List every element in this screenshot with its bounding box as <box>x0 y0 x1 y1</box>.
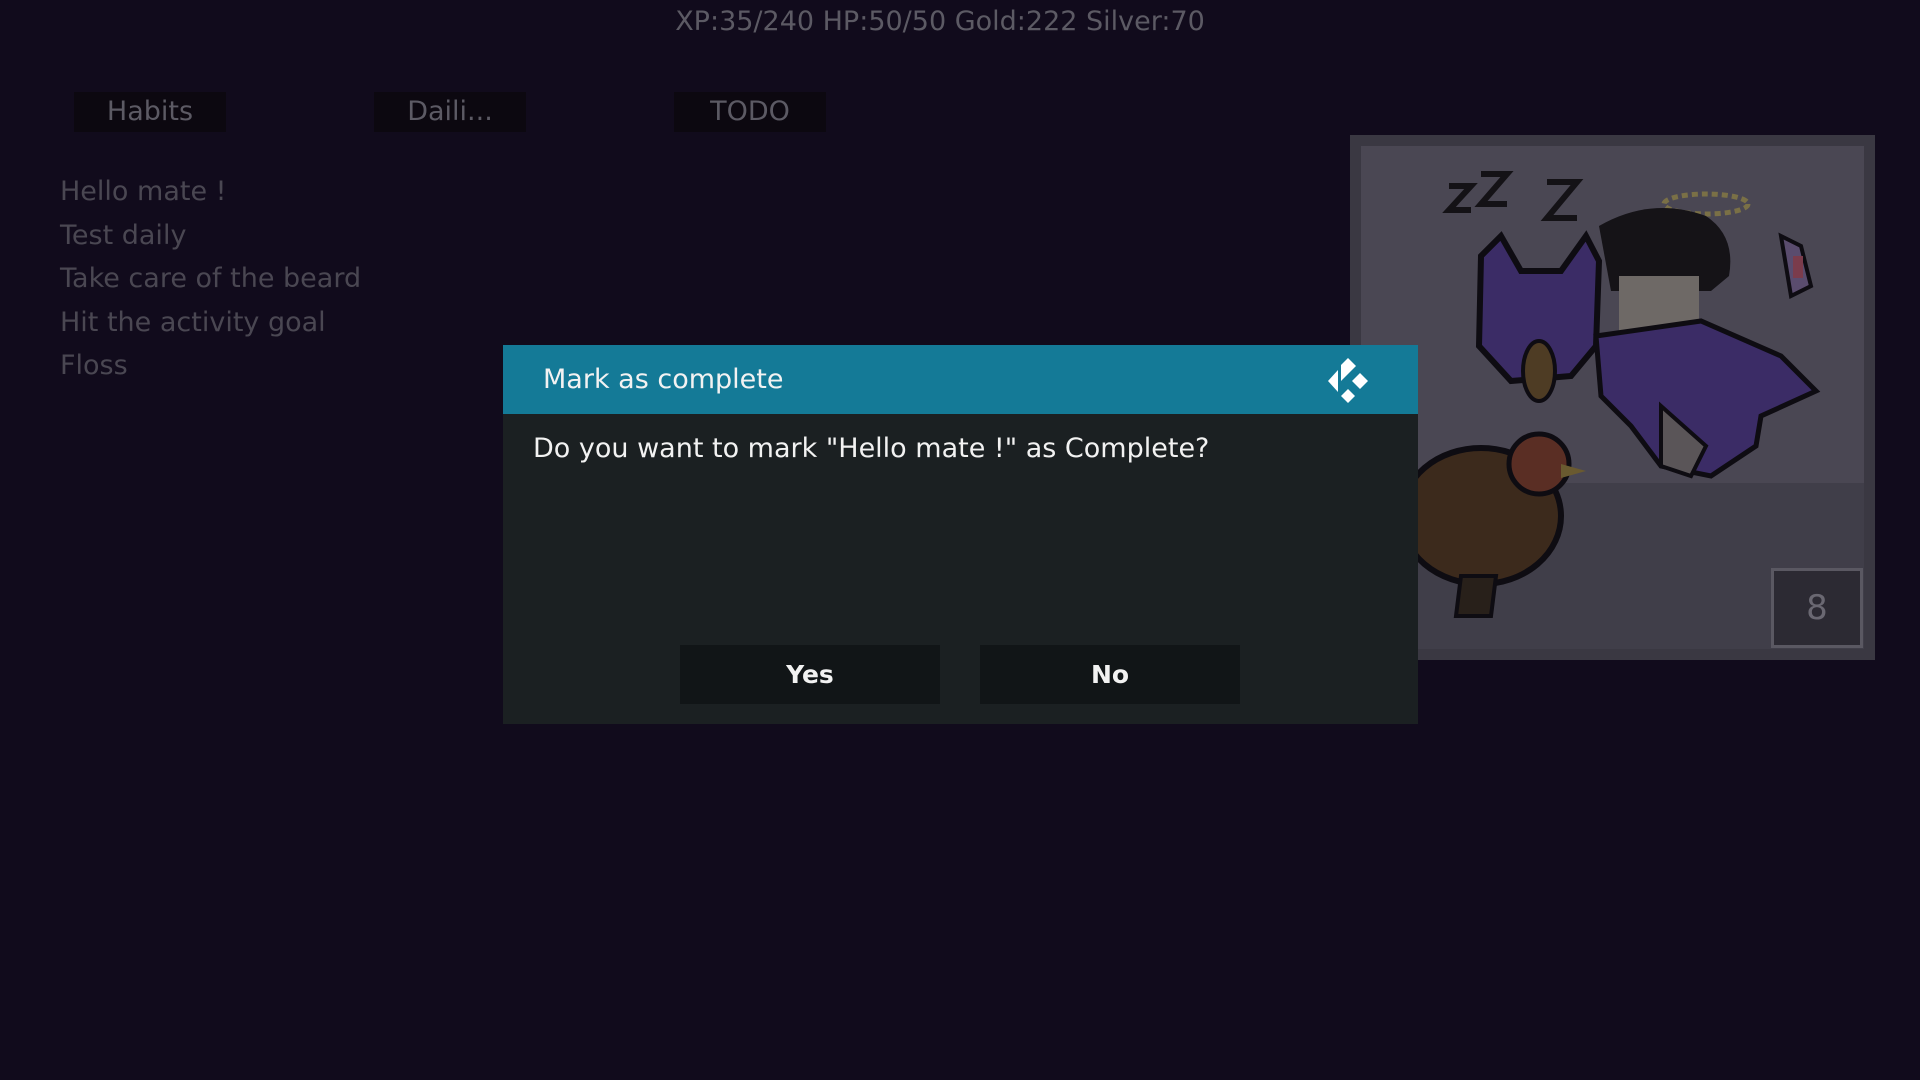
confirm-dialog: Mark as complete Do you want to mark "He… <box>503 345 1418 724</box>
dialog-header: Mark as complete <box>503 345 1418 414</box>
yes-button[interactable]: Yes <box>680 645 940 704</box>
kodi-logo-icon <box>1328 358 1368 403</box>
dialog-title: Mark as complete <box>543 364 784 395</box>
dialog-message: Do you want to mark "Hello mate !" as Co… <box>533 433 1210 464</box>
no-button[interactable]: No <box>980 645 1240 704</box>
